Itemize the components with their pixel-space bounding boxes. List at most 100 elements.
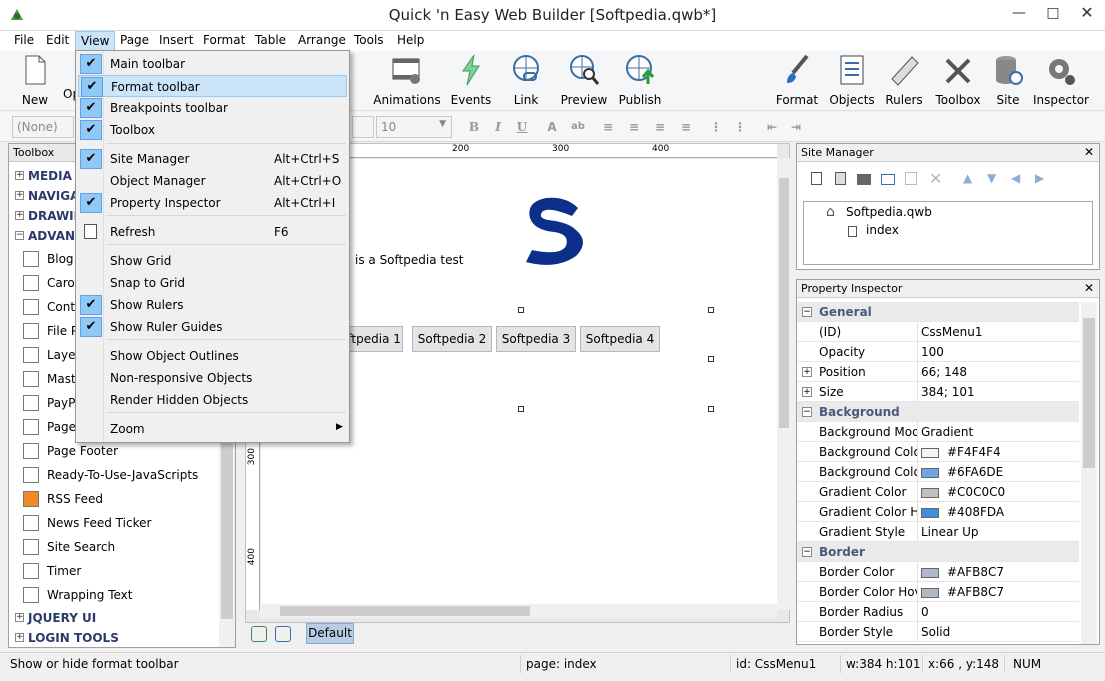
property-row[interactable]: + Position 66; 148	[797, 362, 1079, 382]
menu-view[interactable]: View	[75, 31, 116, 51]
property-row[interactable]: + Size 384; 101	[797, 382, 1079, 402]
tab-default[interactable]: Default	[306, 623, 354, 644]
resize-handle[interactable]	[518, 406, 524, 412]
publish-button[interactable]: Publish	[605, 53, 675, 107]
property-scrollbar[interactable]	[1081, 302, 1097, 644]
open-button[interactable]: Op	[47, 53, 80, 101]
view-menu-item[interactable]: Show Grid	[78, 250, 347, 272]
menu-help[interactable]: Help	[397, 33, 424, 47]
align-center-icon[interactable]: ≡	[626, 119, 642, 135]
view-menu-item[interactable]: ✔ Breakpoints toolbar	[78, 97, 347, 119]
toolbox-item[interactable]: Ready-To-Use-JavaScripts	[9, 465, 229, 487]
property-value[interactable]: #AFB8C7	[921, 565, 1004, 579]
property-row[interactable]: Gradient Style Linear Up	[797, 522, 1079, 542]
collapse-icon[interactable]: −	[802, 547, 812, 557]
category-login-tools[interactable]: + LOGIN TOOLS	[9, 628, 229, 650]
text-block[interactable]: is a Softpedia test	[355, 253, 463, 267]
css-menu-item-3[interactable]: Softpedia 3	[496, 326, 576, 352]
view-menu-item[interactable]: Snap to Grid	[78, 272, 347, 294]
view-menu-item[interactable]: ✔ Format toolbar	[78, 75, 347, 97]
resize-handle[interactable]	[518, 307, 524, 313]
menu-page[interactable]: Page	[120, 33, 149, 47]
property-value[interactable]: 100	[921, 345, 944, 359]
indent-icon[interactable]: ⇥	[788, 119, 804, 135]
menu-file[interactable]: File	[14, 33, 34, 47]
property-row[interactable]: Border Color Hover #AFB8C7	[797, 582, 1079, 602]
menu-insert[interactable]: Insert	[159, 33, 193, 47]
move-left-icon[interactable]: ◀	[1011, 171, 1020, 185]
view-menu-item[interactable]: ✔ Property Inspector Alt+Ctrl+I	[78, 192, 347, 214]
bullet-list-icon[interactable]: ⋮	[708, 119, 724, 135]
menu-format[interactable]: Format	[203, 33, 245, 47]
expand-icon[interactable]: +	[802, 367, 812, 377]
property-value[interactable]: Linear Up	[921, 525, 979, 539]
resize-handle[interactable]	[708, 356, 714, 362]
view-menu-item[interactable]: ✔ Site Manager Alt+Ctrl+S	[78, 148, 347, 170]
move-right-icon[interactable]: ▶	[1035, 171, 1044, 185]
align-left-icon[interactable]: ≡	[600, 119, 616, 135]
copy-icon[interactable]	[905, 172, 917, 185]
property-value[interactable]: #AFB8C7	[921, 585, 1004, 599]
close-button[interactable]: ✕	[1070, 0, 1104, 26]
toolbox-item[interactable]: Page Footer	[9, 441, 229, 463]
property-value[interactable]: #F4F4F4	[921, 445, 1001, 459]
property-row[interactable]: Gradient Color #C0C0C0	[797, 482, 1079, 502]
resize-handle[interactable]	[708, 307, 714, 313]
view-menu-item[interactable]: Object Manager Alt+Ctrl+O	[78, 170, 347, 192]
collapse-icon[interactable]: −	[802, 407, 812, 417]
folder-icon[interactable]	[857, 174, 871, 185]
property-value[interactable]: #6FA6DE	[921, 465, 1003, 479]
css-menu-item-2[interactable]: Softpedia 2	[412, 326, 492, 352]
close-icon[interactable]: ✕	[1084, 145, 1094, 159]
view-menu-item[interactable]: ✔ Show Ruler Guides	[78, 316, 347, 338]
expand-icon[interactable]: +	[802, 387, 812, 397]
scroll-thumb[interactable]	[1083, 318, 1095, 468]
new-page-icon[interactable]	[811, 172, 822, 185]
align-right-icon[interactable]: ≡	[652, 119, 668, 135]
property-value[interactable]: #408FDA	[921, 505, 1004, 519]
minimize-button[interactable]: —	[1002, 0, 1036, 26]
font-combo[interactable]	[352, 116, 374, 138]
property-row[interactable]: Border Color #AFB8C7	[797, 562, 1079, 582]
property-row[interactable]: Background Color Hover #6FA6DE	[797, 462, 1079, 482]
view-menu-item[interactable]: Refresh F6	[78, 221, 347, 243]
maximize-button[interactable]: □	[1036, 0, 1070, 26]
property-row[interactable]: Border Style Solid	[797, 622, 1079, 642]
style-combo[interactable]: (None)	[12, 116, 74, 138]
menu-edit[interactable]: Edit	[46, 33, 69, 47]
toolbox-item[interactable]: Wrapping Text	[9, 585, 229, 607]
view-menu-item[interactable]: Show Object Outlines	[78, 345, 347, 367]
property-value[interactable]: Gradient	[921, 425, 973, 439]
page-icon[interactable]	[835, 172, 846, 185]
outdent-icon[interactable]: ⇤	[764, 119, 780, 135]
resize-handle[interactable]	[708, 406, 714, 412]
text-color-icon[interactable]: A	[544, 119, 560, 135]
property-value[interactable]: 66; 148	[921, 365, 967, 379]
view-menu-item[interactable]: ✔ Toolbox	[78, 119, 347, 141]
toolbox-item[interactable]: Site Search	[9, 537, 229, 559]
link-page-icon[interactable]	[881, 174, 895, 185]
view-menu-item[interactable]: Zoom ▶	[78, 418, 347, 440]
tree-page-index[interactable]: index	[866, 223, 899, 237]
category-jquery-ui[interactable]: + JQUERY UI	[9, 608, 229, 630]
property-row[interactable]: Border Radius 0	[797, 602, 1079, 622]
italic-button[interactable]: I	[490, 119, 506, 135]
move-down-icon[interactable]: ▼	[987, 171, 996, 185]
menu-table[interactable]: Table	[255, 33, 286, 47]
menu-tools[interactable]: Tools	[354, 33, 384, 47]
delete-icon[interactable]: ✕	[929, 169, 942, 188]
property-value[interactable]: #C0C0C0	[921, 485, 1005, 499]
underline-button[interactable]: U	[514, 119, 530, 135]
view-menu-item[interactable]: Render Hidden Objects	[78, 389, 347, 411]
property-value[interactable]: Solid	[921, 625, 950, 639]
close-icon[interactable]: ✕	[1084, 281, 1094, 295]
property-value[interactable]: 384; 101	[921, 385, 975, 399]
highlight-icon[interactable]: ab	[570, 119, 586, 135]
scroll-thumb[interactable]	[280, 606, 530, 616]
toolbox-item[interactable]: RSS Feed	[9, 489, 229, 511]
property-category[interactable]: − Background	[797, 402, 1079, 422]
collapse-icon[interactable]: −	[802, 307, 812, 317]
view-menu-item[interactable]: ✔ Main toolbar	[78, 53, 347, 75]
bold-button[interactable]: B	[466, 119, 482, 135]
move-up-icon[interactable]: ▲	[963, 171, 972, 185]
